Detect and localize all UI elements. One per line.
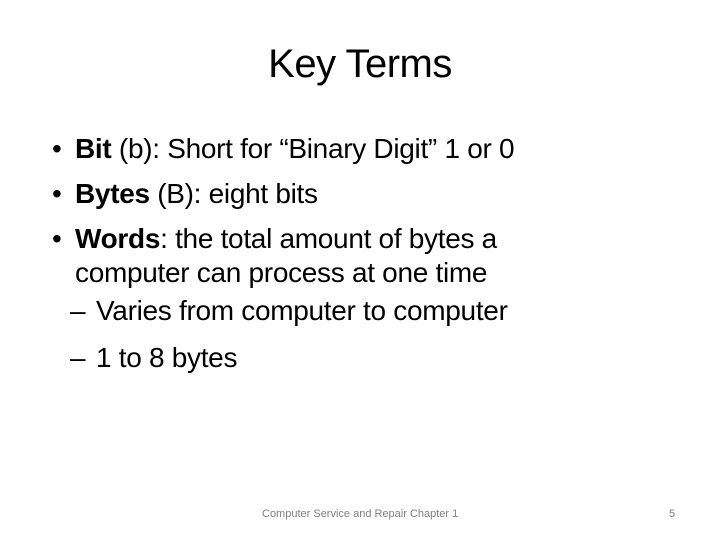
slide-title: Key Terms [268, 42, 452, 86]
dash-icon: – [70, 342, 86, 373]
sub-bullet-text: 1 to 8 bytes [96, 342, 238, 373]
dash-icon: – [70, 295, 86, 326]
page-number: 5 [669, 508, 676, 520]
bullet-words: • Words: the total amount of bytes a com… [48, 222, 615, 290]
sub-bullet-range: – 1 to 8 bytes [48, 341, 688, 375]
term-label: Bytes [75, 178, 150, 209]
term-definition: (b): Short for “Binary Digit” 1 or 0 [111, 133, 515, 164]
term-definition: (B): eight bits [149, 178, 318, 209]
bullet-icon: • [52, 178, 62, 209]
bullet-icon: • [52, 133, 62, 164]
term-label: Words [75, 223, 161, 254]
slide-footer: Computer Service and Repair Chapter 1 [262, 508, 459, 520]
bullet-icon: • [52, 223, 62, 254]
term-label: Bit [75, 133, 112, 164]
bullet-bytes: • Bytes (B): eight bits [48, 177, 688, 211]
bullet-bit: • Bit (b): Short for “Binary Digit” 1 or… [48, 132, 688, 166]
sub-bullet-varies: – Varies from computer to computer [48, 294, 688, 328]
slide-body: • Bit (b): Short for “Binary Digit” 1 or… [48, 132, 688, 388]
sub-bullet-text: Varies from computer to computer [96, 295, 508, 326]
